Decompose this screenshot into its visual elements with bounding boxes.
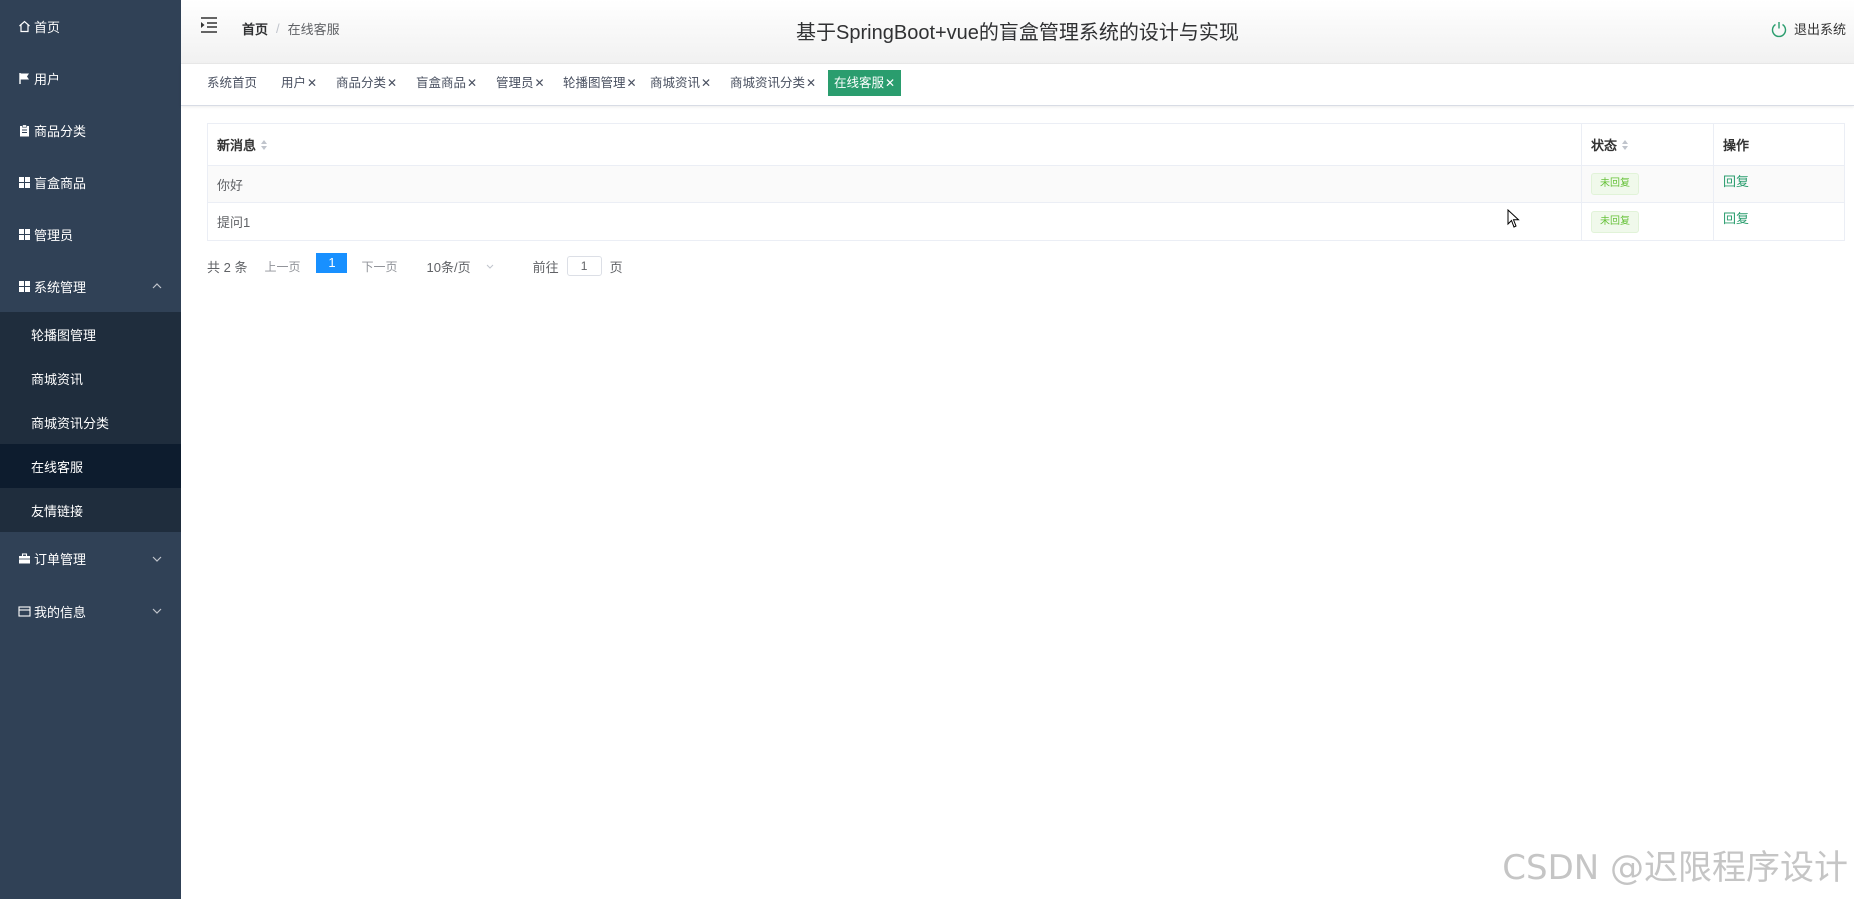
tag-label: 轮播图管理 bbox=[563, 76, 626, 90]
sidebar-item-news-category[interactable]: 商城资讯分类 bbox=[0, 400, 181, 444]
reply-button[interactable]: 回复 bbox=[1723, 171, 1749, 190]
page-size-value: 10条/页 bbox=[426, 259, 471, 275]
sidebar-item-online-service[interactable]: 在线客服 bbox=[0, 444, 181, 488]
close-icon[interactable]: ✕ bbox=[627, 76, 637, 90]
close-icon[interactable]: ✕ bbox=[467, 76, 477, 90]
tag-label: 商城资讯分类 bbox=[730, 76, 806, 90]
clipboard-icon bbox=[17, 123, 31, 137]
sidebar-item-orders[interactable]: 订单管理 bbox=[0, 532, 181, 585]
mouse-cursor-icon bbox=[1507, 208, 1521, 229]
tag-label: 在线客服 bbox=[834, 76, 885, 90]
prev-page-button[interactable]: 上一页 bbox=[264, 258, 300, 275]
reply-button[interactable]: 回复 bbox=[1723, 208, 1749, 227]
sidebar-item-my-info[interactable]: 我的信息 bbox=[0, 585, 181, 637]
sidebar: 首页 用户 商品分类 盲盒商品 管理员 系统管理 轮播图管理 商城资讯 商城资讯… bbox=[0, 0, 181, 899]
card-icon bbox=[17, 604, 31, 618]
page-title: 基于SpringBoot+vue的盲盒管理系统的设计与实现 bbox=[796, 22, 1239, 44]
column-label: 新消息 bbox=[217, 138, 257, 153]
table-row: 提问1 未回复 回复 bbox=[208, 203, 1844, 240]
sidebar-item-label: 商品分类 bbox=[34, 123, 87, 139]
tag-home[interactable]: 系统首页 bbox=[201, 70, 263, 96]
status-badge: 未回复 bbox=[1591, 173, 1639, 195]
grid-icon bbox=[17, 175, 31, 189]
tag-label: 盲盒商品 bbox=[416, 76, 467, 90]
page-size-select[interactable]: 10条/页 bbox=[427, 257, 495, 276]
pagination: 共 2 条 上一页 1 下一页 10条/页 前往 页 bbox=[207, 253, 623, 276]
sidebar-item-label: 盲盒商品 bbox=[34, 175, 87, 191]
table-header: 新消息 状态 操作 bbox=[208, 124, 1844, 166]
close-icon[interactable]: ✕ bbox=[535, 76, 545, 90]
tag-admin[interactable]: 管理员✕ bbox=[490, 70, 551, 96]
tag-label: 系统首页 bbox=[207, 76, 258, 90]
sidebar-item-news[interactable]: 商城资讯 bbox=[0, 356, 181, 400]
sidebar-item-friend-links[interactable]: 友情链接 bbox=[0, 488, 181, 532]
next-page-button[interactable]: 下一页 bbox=[361, 258, 397, 275]
column-header-status[interactable]: 状态 bbox=[1582, 124, 1714, 165]
grid-icon bbox=[17, 279, 31, 293]
watermark: CSDN @迟限程序设计 bbox=[1502, 848, 1848, 888]
column-header-action: 操作 bbox=[1714, 124, 1844, 165]
sidebar-item-blindbox[interactable]: 盲盒商品 bbox=[0, 156, 181, 208]
sidebar-item-carousel[interactable]: 轮播图管理 bbox=[0, 312, 181, 356]
tag-label: 商品分类 bbox=[336, 76, 387, 90]
tag-carousel[interactable]: 轮播图管理✕ bbox=[557, 70, 643, 96]
tag-news[interactable]: 商城资讯✕ bbox=[644, 70, 717, 96]
column-label: 操作 bbox=[1723, 138, 1750, 153]
page-jumper: 前往 页 bbox=[533, 256, 623, 276]
chevron-down-icon bbox=[151, 605, 163, 617]
tag-label: 管理员 bbox=[496, 76, 534, 90]
message-cell: 提问1 bbox=[217, 215, 251, 230]
page-number-current[interactable]: 1 bbox=[316, 253, 348, 273]
sidebar-item-label: 系统管理 bbox=[34, 279, 87, 295]
status-badge: 未回复 bbox=[1591, 210, 1639, 233]
sidebar-item-home[interactable]: 首页 bbox=[0, 0, 181, 52]
close-icon[interactable]: ✕ bbox=[387, 76, 397, 90]
tag-category[interactable]: 商品分类✕ bbox=[330, 70, 403, 96]
chevron-down-icon bbox=[151, 553, 163, 565]
goto-suffix: 页 bbox=[609, 259, 623, 275]
tag-label: 商城资讯 bbox=[650, 76, 701, 90]
tag-users[interactable]: 用户✕ bbox=[275, 70, 323, 96]
tags-view: 系统首页 用户✕ 商品分类✕ 盲盒商品✕ 管理员✕ 轮播图管理✕ 商城资讯✕ 商… bbox=[181, 64, 1854, 106]
sidebar-item-category[interactable]: 商品分类 bbox=[0, 104, 181, 156]
chevron-down-icon bbox=[485, 261, 495, 271]
close-icon[interactable]: ✕ bbox=[885, 76, 895, 90]
column-header-message[interactable]: 新消息 bbox=[208, 124, 1582, 165]
sidebar-item-users[interactable]: 用户 bbox=[0, 52, 181, 104]
sidebar-item-label: 订单管理 bbox=[34, 552, 87, 567]
sidebar-item-label: 管理员 bbox=[34, 227, 74, 243]
tag-blindbox[interactable]: 盲盒商品✕ bbox=[410, 70, 483, 96]
sort-icon[interactable] bbox=[261, 139, 268, 150]
chevron-up-icon bbox=[151, 280, 163, 292]
sidebar-item-label: 我的信息 bbox=[34, 604, 87, 620]
message-table: 新消息 状态 操作 你好 未回复 回复 提问1 未回复 回复 bbox=[207, 123, 1845, 241]
sidebar-item-admin[interactable]: 管理员 bbox=[0, 208, 181, 260]
table-row: 你好 未回复 回复 bbox=[208, 166, 1844, 203]
tag-label: 用户 bbox=[281, 76, 307, 90]
sidebar-item-label: 首页 bbox=[34, 19, 61, 35]
logout-label: 退出系统 bbox=[1793, 22, 1846, 37]
sort-icon[interactable] bbox=[1622, 139, 1629, 150]
flag-icon bbox=[17, 71, 31, 85]
home-icon bbox=[17, 19, 31, 33]
tag-online-service[interactable]: 在线客服✕ bbox=[828, 70, 902, 96]
grid-icon bbox=[17, 227, 31, 241]
message-cell: 你好 bbox=[217, 177, 244, 193]
sidebar-item-system[interactable]: 系统管理 bbox=[0, 260, 181, 312]
sidebar-item-label: 用户 bbox=[34, 71, 61, 87]
briefcase-icon bbox=[17, 552, 31, 566]
column-label: 状态 bbox=[1591, 138, 1618, 153]
submenu-system: 轮播图管理 商城资讯 商城资讯分类 在线客服 友情链接 bbox=[0, 312, 181, 532]
goto-page-input[interactable] bbox=[566, 256, 602, 276]
close-icon[interactable]: ✕ bbox=[806, 76, 816, 90]
close-icon[interactable]: ✕ bbox=[701, 76, 711, 90]
power-icon bbox=[1770, 20, 1788, 38]
logout-button[interactable]: 退出系统 bbox=[1770, 19, 1846, 38]
close-icon[interactable]: ✕ bbox=[307, 76, 317, 90]
top-header: 首页 / 在线客服 基于SpringBoot+vue的盲盒管理系统的设计与实现 … bbox=[181, 0, 1854, 64]
goto-label: 前往 bbox=[532, 259, 559, 275]
tag-news-category[interactable]: 商城资讯分类✕ bbox=[724, 70, 822, 96]
pagination-total: 共 2 条 bbox=[207, 259, 248, 275]
